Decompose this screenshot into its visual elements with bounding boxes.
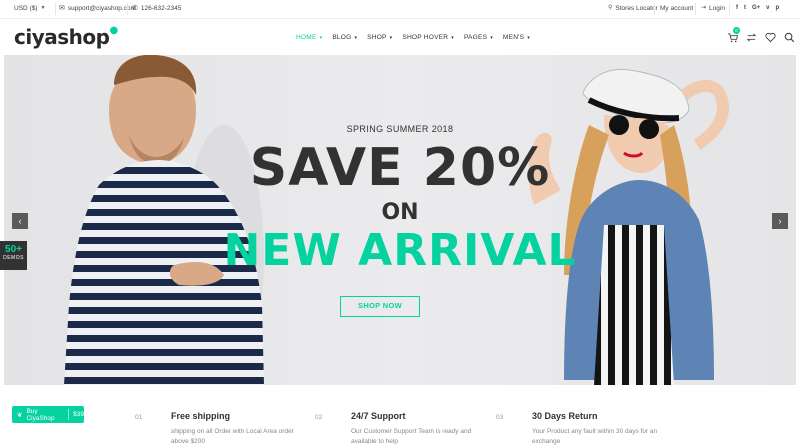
nav-item-shop-hover[interactable]: SHOP HOVER ▾ xyxy=(402,34,454,41)
login-text: Login xyxy=(709,5,725,12)
hero-on-text: ON xyxy=(381,200,419,225)
slider-prev-button[interactable]: ‹ xyxy=(12,213,28,229)
hero-slider: SPRING SUMMER 2018 SAVE 20% ON NEW ARRIV… xyxy=(4,55,796,385)
nav-item-home[interactable]: HOME ▾ xyxy=(296,34,322,41)
map-pin-icon: ⚲ xyxy=(608,5,613,11)
nav-item-mens[interactable]: MEN'S ▾ xyxy=(503,34,530,41)
sign-in-icon: ⇥ xyxy=(701,5,707,11)
site-header: ciyashop● HOME ▾ BLOG ▾ SHOP ▾ SHOP HOVER ▾ … xyxy=(0,19,800,55)
phone-link[interactable]: ✆ 126-632-2345 xyxy=(132,5,181,12)
feature-description: shipping on all Order with Local Area or… xyxy=(171,428,294,445)
chevron-right-icon: › xyxy=(778,216,782,226)
features-strip: 01 Free shipping shipping on all Order w… xyxy=(0,385,800,445)
hero-subheadline: NEW ARRIVAL xyxy=(223,225,577,276)
header-icons: 0 xyxy=(727,27,796,43)
feature-number: 01 xyxy=(135,414,143,421)
feature-description: Our Customer Support Team is ready and a… xyxy=(351,428,472,445)
feature-title: 30 Days Return xyxy=(532,411,598,421)
currency-label: USD ($) xyxy=(14,5,38,12)
envelope-icon: ✉ xyxy=(59,5,65,12)
login-link[interactable]: ⇥ Login xyxy=(701,5,725,12)
nav-item-blog[interactable]: BLOG ▾ xyxy=(332,34,357,41)
my-account-link[interactable]: My account xyxy=(660,5,693,12)
email-text: support@ciyashop.com xyxy=(67,5,136,12)
compare-icon xyxy=(746,33,757,42)
feature-number: 02 xyxy=(315,414,323,421)
currency-selector[interactable]: USD ($) ▼ xyxy=(14,5,45,12)
wishlist-button[interactable] xyxy=(765,30,777,43)
social-links: f t G+ v p xyxy=(736,5,779,11)
demos-label: DEMOS xyxy=(3,255,24,261)
cart-button[interactable]: 0 xyxy=(727,27,740,43)
search-button[interactable] xyxy=(784,30,796,43)
buy-price: $39 xyxy=(73,411,84,418)
hero-headline: SAVE 20% xyxy=(249,138,551,198)
search-icon xyxy=(784,32,795,43)
phone-icon: ✆ xyxy=(132,5,138,12)
stores-locator-link[interactable]: ⚲ Stores Locator xyxy=(608,5,658,12)
logo-dot-icon: ● xyxy=(109,25,118,36)
buy-ciyashop-button[interactable]: ❦ Buy CiyaShop $39 xyxy=(12,406,84,423)
facebook-icon[interactable]: f xyxy=(736,5,738,11)
feature-description: Your Product any fault within 30 days fo… xyxy=(532,428,658,445)
feature-number: 03 xyxy=(496,414,504,421)
google-plus-icon[interactable]: G+ xyxy=(752,5,760,11)
hero-kicker: SPRING SUMMER 2018 xyxy=(346,124,454,134)
demos-count: 50+ xyxy=(5,244,22,255)
shop-now-button[interactable]: SHOP NOW xyxy=(340,296,420,317)
nav-item-shop[interactable]: SHOP ▾ xyxy=(367,34,392,41)
chevron-down-icon: ▼ xyxy=(40,5,46,11)
top-bar: USD ($) ▼ ✉ support@ciyashop.com ✆ 126-6… xyxy=(0,0,800,19)
main-nav: HOME ▾ BLOG ▾ SHOP ▾ SHOP HOVER ▾ PAGES ▾ MEN… xyxy=(296,34,530,41)
pinterest-icon[interactable]: p xyxy=(776,5,780,11)
heart-icon xyxy=(765,32,776,43)
my-account-text: My account xyxy=(660,5,694,12)
feature-title: Free shipping xyxy=(171,411,231,421)
nav-item-pages[interactable]: PAGES ▾ xyxy=(464,34,493,41)
phone-text: 126-632-2345 xyxy=(140,5,182,12)
demos-badge[interactable]: 50+ DEMOS xyxy=(0,241,27,270)
stores-locator-text: Stores Locator xyxy=(615,5,658,12)
logo[interactable]: ciyashop● xyxy=(14,25,118,49)
email-link[interactable]: ✉ support@ciyashop.com xyxy=(59,5,136,12)
leaf-icon: ❦ xyxy=(17,411,23,419)
logo-text: ciyashop xyxy=(14,25,110,49)
compare-button[interactable] xyxy=(746,30,758,42)
buy-label: Buy CiyaShop xyxy=(26,407,55,422)
feature-title: 24/7 Support xyxy=(351,411,406,421)
cart-count-badge: 0 xyxy=(733,27,740,34)
vimeo-icon[interactable]: v xyxy=(766,5,769,11)
slider-next-button[interactable]: › xyxy=(772,213,788,229)
twitter-icon[interactable]: t xyxy=(744,5,746,11)
chevron-left-icon: ‹ xyxy=(18,216,22,226)
